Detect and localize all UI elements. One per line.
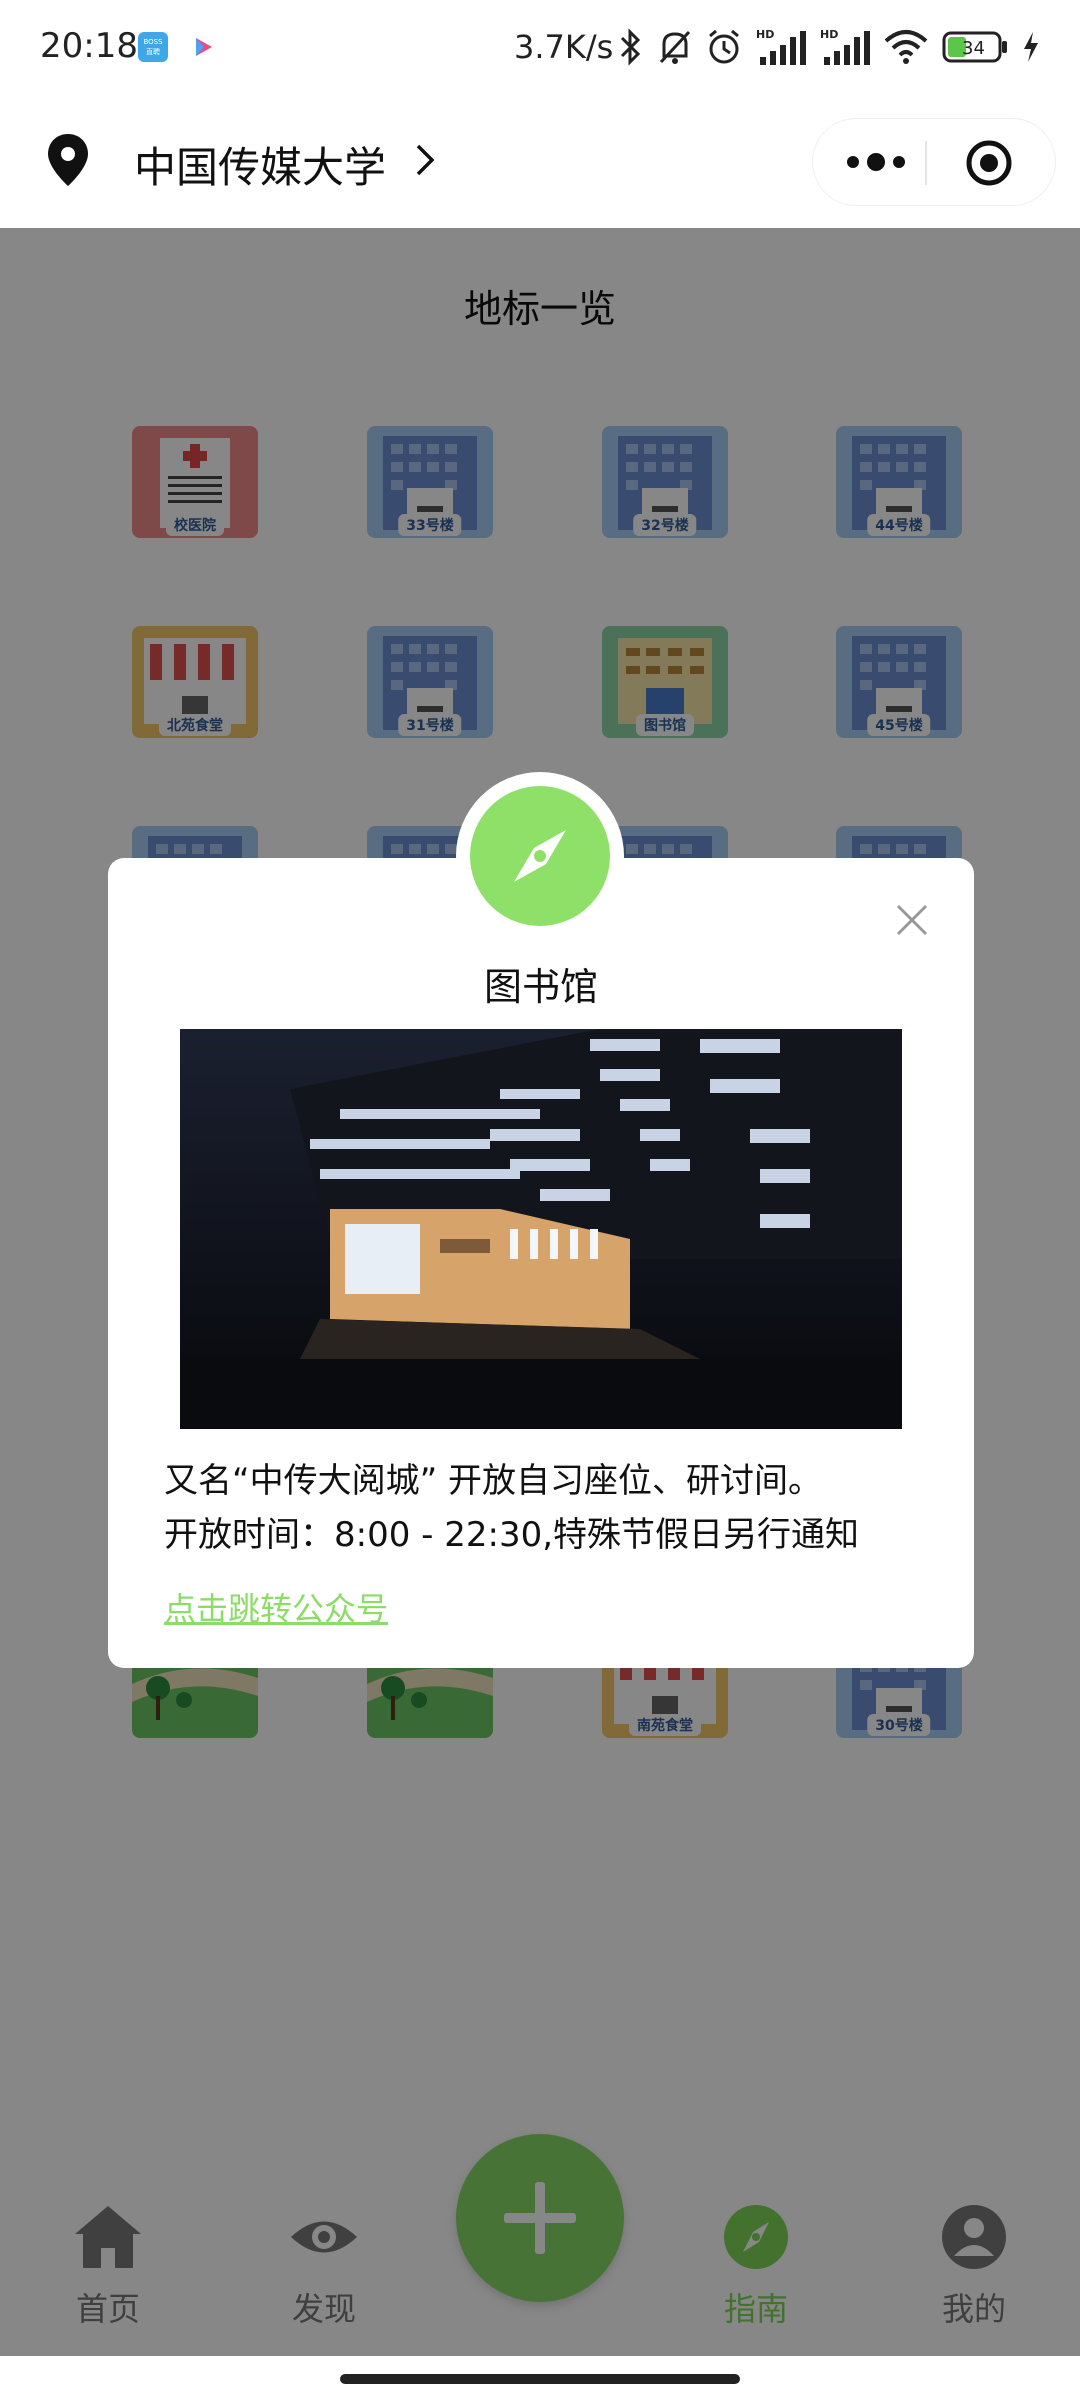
wifi-icon <box>884 30 928 64</box>
status-icons: HD HD 34 <box>618 22 1040 72</box>
svg-text:HD: HD <box>820 28 838 41</box>
play-app-icon <box>196 38 212 56</box>
home-indicator[interactable] <box>340 2374 740 2384</box>
hd-signal-icon: HD <box>820 28 870 65</box>
modal-title: 图书馆 <box>483 965 598 1009</box>
top-navigation: 中国传媒大学 <box>0 96 1080 228</box>
charging-icon <box>1024 32 1038 62</box>
modal-description: 又名“中传大阅城” 开放自习座位、研讨间。 开放时间：8:00 - 22:30,… <box>164 1454 954 1562</box>
more-dots-icon[interactable] <box>841 147 911 177</box>
hd-signal-icon: HD <box>756 28 806 65</box>
net-speed: 3.7K/s <box>514 28 614 66</box>
svg-text:HD: HD <box>756 28 774 41</box>
status-bar: 20:18 BOSS 直聘 3.7K/s HD HD 34 <box>0 0 1080 96</box>
alarm-icon <box>709 29 739 64</box>
description-line: 又名“中传大阅城” 开放自习座位、研讨间。 <box>164 1461 823 1501</box>
boss-app-icon: BOSS 直聘 <box>138 32 168 62</box>
status-time: 20:18 <box>40 26 138 66</box>
chevron-right-icon[interactable] <box>412 140 438 180</box>
miniprogram-capsule <box>812 118 1056 206</box>
modal-badge <box>470 786 610 926</box>
description-line: 开放时间：8:00 - 22:30,特殊节假日另行通知 <box>164 1515 860 1555</box>
capsule-divider <box>925 141 927 185</box>
battery-level: 34 <box>962 38 985 59</box>
official-account-link[interactable]: 点击跳转公众号 <box>164 1584 388 1630</box>
compass-icon <box>514 830 566 882</box>
mute-icon <box>659 30 691 64</box>
location-pin-icon[interactable] <box>46 132 90 188</box>
target-icon[interactable] <box>965 139 1013 187</box>
battery-icon: 34 <box>942 31 1007 63</box>
bluetooth-icon <box>620 28 641 66</box>
campus-selector[interactable]: 中国传媒大学 <box>134 134 386 195</box>
library-photo <box>180 1029 902 1429</box>
close-icon[interactable] <box>892 900 932 940</box>
